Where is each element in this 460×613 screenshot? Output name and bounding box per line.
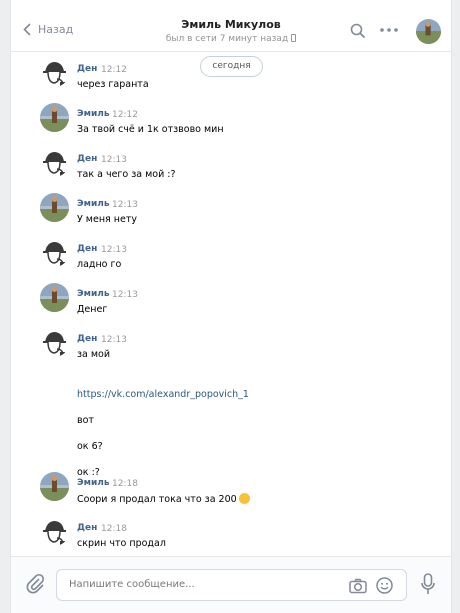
message-text: через гаранта	[77, 79, 149, 90]
message-text: так а чего за мой :?	[77, 169, 176, 180]
message-text: У меня нету	[77, 214, 137, 225]
message-author[interactable]: Ден	[77, 334, 97, 344]
message-text: За твой счё и 1к отзвово мин	[77, 124, 224, 135]
message-text-content: ок 6?	[77, 441, 103, 452]
message-item: Ден 12:13 ладно го	[11, 238, 451, 278]
message-item: Ден 12:13 за мой https://vk.com/alexandr_po…	[11, 328, 451, 478]
message-author[interactable]: Эмиль	[77, 109, 110, 119]
avatar[interactable]	[40, 328, 69, 357]
message-author[interactable]: Ден	[77, 244, 97, 254]
message-input[interactable]: Напишите сообщение...	[56, 569, 407, 601]
message-text-content: ладно го	[77, 259, 122, 270]
message-time[interactable]: 12:13	[101, 335, 127, 345]
message-text: скрин что продал	[77, 538, 166, 549]
avatar[interactable]	[40, 472, 69, 501]
message-list: Ден 12:12 через гаранта Эмиль 12:12 За твой с…	[11, 52, 451, 556]
message-text-content: За твой счё и 1к отзвово мин	[77, 124, 224, 135]
message-author[interactable]: Эмиль	[77, 199, 110, 209]
chat-header: Назад Эмиль Микулов был в сети 7 минут н…	[11, 0, 451, 52]
laughing-emoji-icon	[238, 493, 250, 504]
message-time[interactable]: 12:18	[112, 479, 138, 489]
message-item: Ден 12:12 через гаранта	[11, 58, 451, 98]
search-icon[interactable]	[350, 23, 366, 39]
message-text-content: за мой	[77, 349, 111, 360]
camera-icon[interactable]	[349, 578, 367, 594]
message-item: Ден 12:18 скрин что продал	[11, 517, 451, 556]
message-item: Эмиль 12:12 За твой счё и 1к отзвово мин	[11, 103, 451, 143]
message-text: ладно го	[77, 259, 121, 270]
message-item: Эмиль 12:18 Соори я продал тока что за 200	[11, 472, 451, 512]
attach-icon[interactable]	[25, 573, 45, 595]
message-author[interactable]: Ден	[77, 64, 97, 74]
message-author[interactable]: Эмиль	[77, 478, 110, 488]
emoji-icon[interactable]	[376, 577, 393, 594]
message-text-content: вот	[77, 415, 94, 426]
message-time[interactable]: 12:13	[101, 245, 127, 255]
avatar[interactable]	[40, 148, 69, 177]
message-time[interactable]: 12:13	[112, 290, 138, 300]
message-time[interactable]: 12:12	[101, 65, 127, 75]
more-options-icon[interactable]	[379, 25, 399, 35]
last-seen-status: был в сети 7 минут назад	[11, 34, 451, 44]
avatar[interactable]	[40, 238, 69, 267]
message-text: Денег	[77, 304, 107, 315]
message-text: Соори я продал тока что за 200	[77, 493, 250, 505]
message-placeholder: Напишите сообщение...	[69, 579, 195, 590]
message-item: Ден 12:13 так а чего за мой :?	[11, 148, 451, 188]
message-text-content: скрин что продал	[77, 538, 166, 549]
message-author[interactable]: Эмиль	[77, 289, 110, 299]
message-text: за мой	[77, 349, 110, 360]
avatar[interactable]	[40, 193, 69, 222]
avatar[interactable]	[40, 103, 69, 132]
message-text-content[interactable]: https://vk.com/alexandr_popovich_1	[77, 389, 249, 400]
message-item: Эмиль 12:13 Денег	[11, 283, 451, 323]
avatar[interactable]	[40, 517, 69, 546]
microphone-icon[interactable]	[421, 573, 435, 595]
message-time[interactable]: 12:13	[112, 200, 138, 210]
composer: Напишите сообщение...	[11, 556, 451, 613]
message-time[interactable]: 12:18	[101, 524, 127, 534]
avatar[interactable]	[40, 283, 69, 312]
last-seen-text: был в сети 7 минут назад	[165, 34, 289, 44]
message-text: ок 6?	[77, 441, 103, 452]
chat-window: Назад Эмиль Микулов был в сети 7 минут н…	[10, 0, 452, 613]
mobile-icon	[291, 34, 297, 42]
header-avatar[interactable]	[416, 19, 441, 44]
message-text-content: Соори я продал тока что за 200	[77, 494, 237, 505]
message-link[interactable]: https://vk.com/alexandr_popovich_1	[77, 389, 249, 400]
message-text-content: Денег	[77, 304, 108, 315]
message-time[interactable]: 12:12	[112, 110, 138, 120]
message-author[interactable]: Ден	[77, 523, 97, 533]
message-author[interactable]: Ден	[77, 154, 97, 164]
message-item: Эмиль 12:13 У меня нету	[11, 193, 451, 233]
message-text-content: так а чего за мой :?	[77, 169, 176, 180]
message-time[interactable]: 12:13	[101, 155, 127, 165]
message-text-content: через гаранта	[77, 79, 149, 90]
message-text: вот	[77, 415, 94, 426]
avatar[interactable]	[40, 58, 69, 87]
message-text-content: У меня нету	[77, 214, 137, 225]
